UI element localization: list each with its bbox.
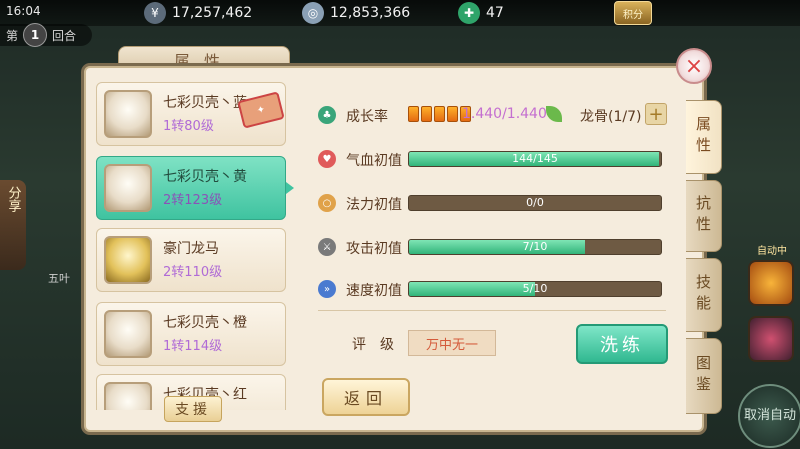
jade-icon: ✚ <box>458 2 480 24</box>
speed-icon: » <box>318 280 336 298</box>
selection-arrow-icon <box>286 182 294 194</box>
silver-currency: ¥ 17,257,462 <box>144 2 253 24</box>
coin-icon <box>434 106 445 122</box>
round-prefix: 第 <box>6 28 19 43</box>
pet-avatar <box>104 236 152 284</box>
pet-item[interactable]: 七彩贝壳丶橙 1转114级 <box>96 302 286 366</box>
gold-amount: 12,853,366 <box>330 5 411 21</box>
dragon-bone: 龙骨(1/7) <box>580 109 642 125</box>
unit-name: 五叶 <box>48 272 70 285</box>
mana-icon: ○ <box>318 194 336 212</box>
pet-avatar <box>104 90 152 138</box>
stat-bar-attack: 7/10 <box>408 239 662 255</box>
coin-icon <box>408 106 419 122</box>
stat-value: 0/0 <box>526 196 544 209</box>
round-suffix: 回合 <box>52 28 77 43</box>
stat-value: 5/10 <box>522 282 548 295</box>
round-indicator: 第 1 回合 <box>0 23 92 47</box>
silver-amount: 17,257,462 <box>172 5 253 21</box>
pet-avatar <box>104 382 152 410</box>
tab-resistance[interactable]: 抗性 <box>686 180 722 252</box>
skill-slot-2[interactable] <box>748 316 794 362</box>
heart-icon: ♥ <box>318 150 336 168</box>
auto-status: 自动中 <box>757 246 787 257</box>
back-button[interactable]: 返回 <box>322 378 410 416</box>
cancel-auto-button[interactable]: 取消自动 <box>738 384 800 448</box>
coin-stack-icon: ◎ <box>302 2 324 24</box>
stat-label-mp: 法力初值 <box>346 197 402 213</box>
pet-level: 2转110级 <box>163 265 223 280</box>
pet-name: 七彩贝壳丶蓝 <box>163 95 247 111</box>
growth-value: 1.440/1.440 <box>462 106 547 122</box>
tab-skills[interactable]: 技能 <box>686 258 722 332</box>
pet-item-selected[interactable]: 七彩贝壳丶黄 2转123级 <box>96 156 286 220</box>
tab-handbook[interactable]: 图鉴 <box>686 338 722 414</box>
pet-name: 豪门龙马 <box>163 241 219 257</box>
jade-amount: 47 <box>486 5 504 21</box>
stat-label-speed: 速度初值 <box>346 283 402 299</box>
pet-level: 1转114级 <box>163 339 223 354</box>
pet-list[interactable]: 七彩贝壳丶蓝 1转80级 七彩贝壳丶黄 2转123级 豪门龙马 2转110级 七… <box>96 80 286 410</box>
share-button[interactable]: 分享 <box>0 180 26 270</box>
pet-item[interactable]: 豪门龙马 2转110级 <box>96 228 286 292</box>
pet-name: 七彩贝壳丶黄 <box>163 169 247 185</box>
rating-label: 评级 <box>352 337 408 353</box>
stat-label-hp: 气血初值 <box>346 153 402 169</box>
growth-icon: ♣ <box>318 106 336 124</box>
stat-label-attack: 攻击初值 <box>346 241 402 257</box>
pet-avatar <box>104 164 152 212</box>
clock: 16:04 <box>6 4 41 18</box>
sword-icon: ⚔ <box>318 238 336 256</box>
stat-value: 7/10 <box>522 240 548 253</box>
stat-bar-hp: 144/145 <box>408 151 662 167</box>
coin-icon <box>421 106 432 122</box>
stat-bar-speed: 5/10 <box>408 281 662 297</box>
tab-attributes[interactable]: 属性 <box>686 100 722 174</box>
wash-button[interactable]: 洗练 <box>576 324 668 364</box>
round-number: 1 <box>23 23 48 47</box>
gold-currency: ◎ 12,853,366 <box>302 2 411 24</box>
pet-avatar <box>104 310 152 358</box>
divider <box>318 310 666 311</box>
stat-bar-mp: 0/0 <box>408 195 662 211</box>
close-icon: × <box>684 53 704 79</box>
rating-value: 万中无一 <box>408 330 496 356</box>
pet-name: 七彩贝壳丶橙 <box>163 315 247 331</box>
jade-currency: ✚ 47 <box>458 2 504 24</box>
support-button[interactable]: 支援 <box>164 396 222 422</box>
silver-icon: ¥ <box>144 2 166 24</box>
points-button[interactable]: 积分 <box>614 1 652 25</box>
pet-level: 1转80级 <box>163 119 214 134</box>
pet-level: 2转123级 <box>163 193 223 208</box>
add-dragon-bone-button[interactable]: + <box>645 103 667 125</box>
skill-slot-1[interactable] <box>748 260 794 306</box>
growth-label: 成长率 <box>346 109 388 125</box>
coin-icon <box>447 106 458 122</box>
close-button[interactable]: × <box>676 48 712 84</box>
stat-value: 144/145 <box>512 152 558 165</box>
